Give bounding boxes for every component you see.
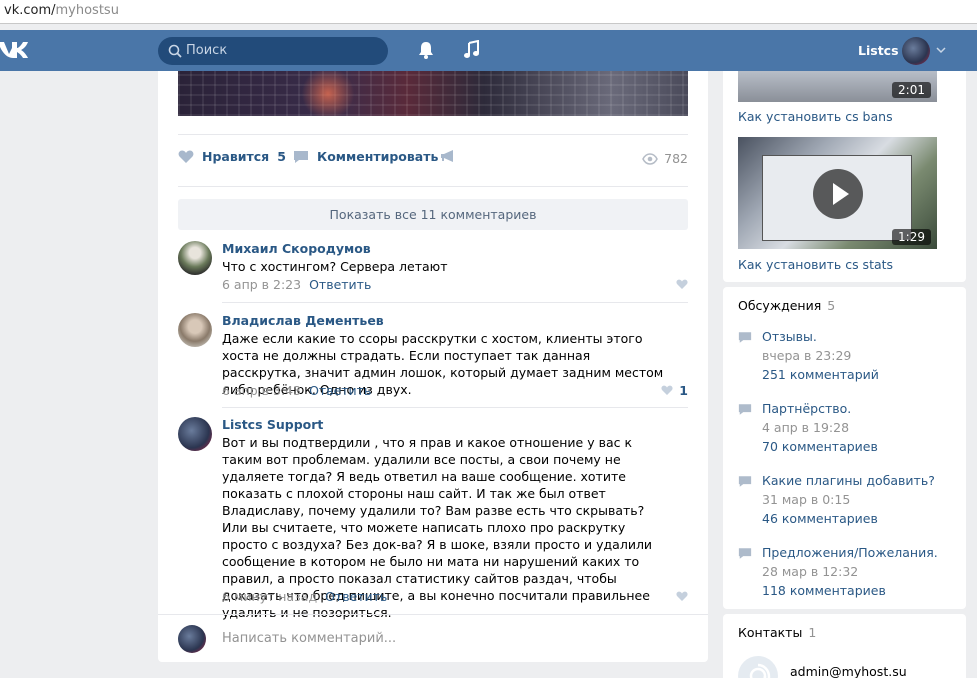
heart-icon [178,150,194,163]
discussion-title[interactable]: Какие плагины добавить? [762,473,935,488]
views-count: 782 [664,151,688,166]
comment-button[interactable]: Комментировать [293,149,438,164]
contacts-header[interactable]: Контакты 1 [738,625,816,640]
reply-button[interactable]: Ответить [309,277,371,292]
discussion-icon [738,548,752,559]
discussion-item: Предложения/Пожелания. 28 мар в 12:32 11… [738,545,958,605]
discussion-comments[interactable]: 70 комментариев [762,439,878,454]
music-icon[interactable] [462,40,482,60]
discussion-comments[interactable]: 118 комментариев [762,583,886,598]
vk-logo-icon[interactable] [0,38,28,62]
discussion-icon [738,476,752,487]
video-title[interactable]: Как установить cs stats [738,257,893,272]
discussion-item: Партнёрство. 4 апр в 19:28 70 комментари… [738,401,958,461]
discussion-comments[interactable]: 251 комментарий [762,367,879,382]
divider [158,614,708,615]
like-count: 5 [277,149,286,164]
discussion-date: вчера в 23:29 [762,348,852,363]
discussion-date: 4 апр в 19:28 [762,420,850,435]
comment-label: Комментировать [317,149,439,164]
chevron-down-icon[interactable] [935,44,947,56]
like-button[interactable]: Нравится 5 [178,149,286,164]
discussion-icon [738,332,752,343]
discussion-item: Отзывы. вчера в 23:29 251 комментарий [738,329,958,389]
eye-icon [642,152,658,165]
discussion-date: 31 мар в 0:15 [762,492,851,507]
avatar[interactable] [902,37,930,65]
comment-like-count: 1 [679,383,688,398]
url-text[interactable]: vk.com/myhostsu [4,3,119,18]
avatar[interactable] [178,417,212,451]
like-label: Нравится [202,149,270,164]
comment-meta: 6 апр в 3:43 Ответить [222,383,371,398]
heart-icon [676,279,688,289]
discussion-icon [738,404,752,415]
heart-icon [676,591,688,601]
megaphone-icon [441,150,453,162]
divider [222,302,688,303]
comment-icon [294,150,308,163]
videos-block: 2:01 Как установить cs bans 1:29 Как уст… [723,71,966,282]
avatar[interactable] [178,241,212,275]
comment-meta: 6 минут назад Ответить [222,589,387,604]
avatar [178,625,206,653]
discussion-date: 28 мар в 12:32 [762,564,859,579]
search-input[interactable]: Поиск [158,37,388,65]
comment-placeholder: Написать комментарий... [222,631,397,646]
discussion-title[interactable]: Отзывы. [762,329,817,344]
comment-like-button[interactable] [676,591,688,602]
comment-date[interactable]: 6 апр в 2:23 [222,277,301,292]
play-icon[interactable] [813,169,863,219]
bell-icon[interactable] [416,40,436,60]
reply-button[interactable]: Ответить [309,383,371,398]
at-sign-icon [738,656,778,678]
wall-post: Нравится 5 Комментировать 782 Показать в… [158,71,708,662]
comment-like-button[interactable] [676,279,688,290]
heart-icon [661,385,673,395]
share-button[interactable] [440,149,464,163]
top-navigation-bar: Поиск Listcs [0,30,977,71]
comment-meta: 6 апр в 2:23 Ответить [222,277,371,292]
post-actions: Нравится 5 Комментировать 782 [178,149,688,169]
video-duration: 2:01 [892,82,931,98]
comment-author[interactable]: Михаил Скородумов [222,241,371,256]
comment-author[interactable]: Listcs Support [222,417,323,432]
comment-item: Listcs Support Вот и вы подтвердили , чт… [178,417,688,620]
comment-like-button[interactable]: 1 [661,383,688,398]
discussion-comments[interactable]: 46 комментариев [762,511,878,526]
reply-button[interactable]: Ответить [325,589,387,604]
comment-input[interactable]: Написать комментарий... [178,625,688,655]
contacts-block: Контакты 1 admin@myhost.su [723,614,966,678]
video-title[interactable]: Как установить cs bans [738,109,893,124]
video-duration: 1:29 [892,229,931,245]
user-name[interactable]: Listcs [858,43,899,58]
discussion-title[interactable]: Предложения/Пожелания. [762,545,938,560]
discussions-header[interactable]: Обсуждения 5 [738,298,835,313]
comment-author[interactable]: Владислав Дементьев [222,313,384,328]
post-image[interactable] [178,71,688,116]
comment-date[interactable]: 6 апр в 3:43 [222,383,301,398]
discussion-item: Какие плагины добавить? 31 мар в 0:15 46… [738,473,958,533]
video-thumbnail[interactable]: 1:29 [738,137,937,249]
divider [178,134,688,135]
divider [178,186,688,187]
show-all-comments-button[interactable]: Показать все 11 комментариев [178,199,688,230]
comment-item: Владислав Дементьев Даже если какие то с… [178,313,688,403]
comment-item: Михаил Скородумов Что с хостингом? Серве… [178,241,688,292]
discussion-title[interactable]: Партнёрство. [762,401,851,416]
video-thumbnail[interactable]: 2:01 [738,71,937,102]
views-counter: 782 [642,151,688,166]
contact-email[interactable]: admin@myhost.su [790,664,907,678]
search-icon [168,44,182,58]
search-placeholder: Поиск [186,43,228,58]
avatar[interactable] [178,313,212,347]
comment-date[interactable]: 6 минут назад [222,589,317,604]
comment-text: Что с хостингом? Сервера летают [222,259,448,274]
discussions-block: Обсуждения 5 Отзывы. вчера в 23:29 251 ко… [723,287,966,609]
browser-url-bar[interactable]: vk.com/myhostsu [0,0,977,24]
divider [222,407,688,408]
